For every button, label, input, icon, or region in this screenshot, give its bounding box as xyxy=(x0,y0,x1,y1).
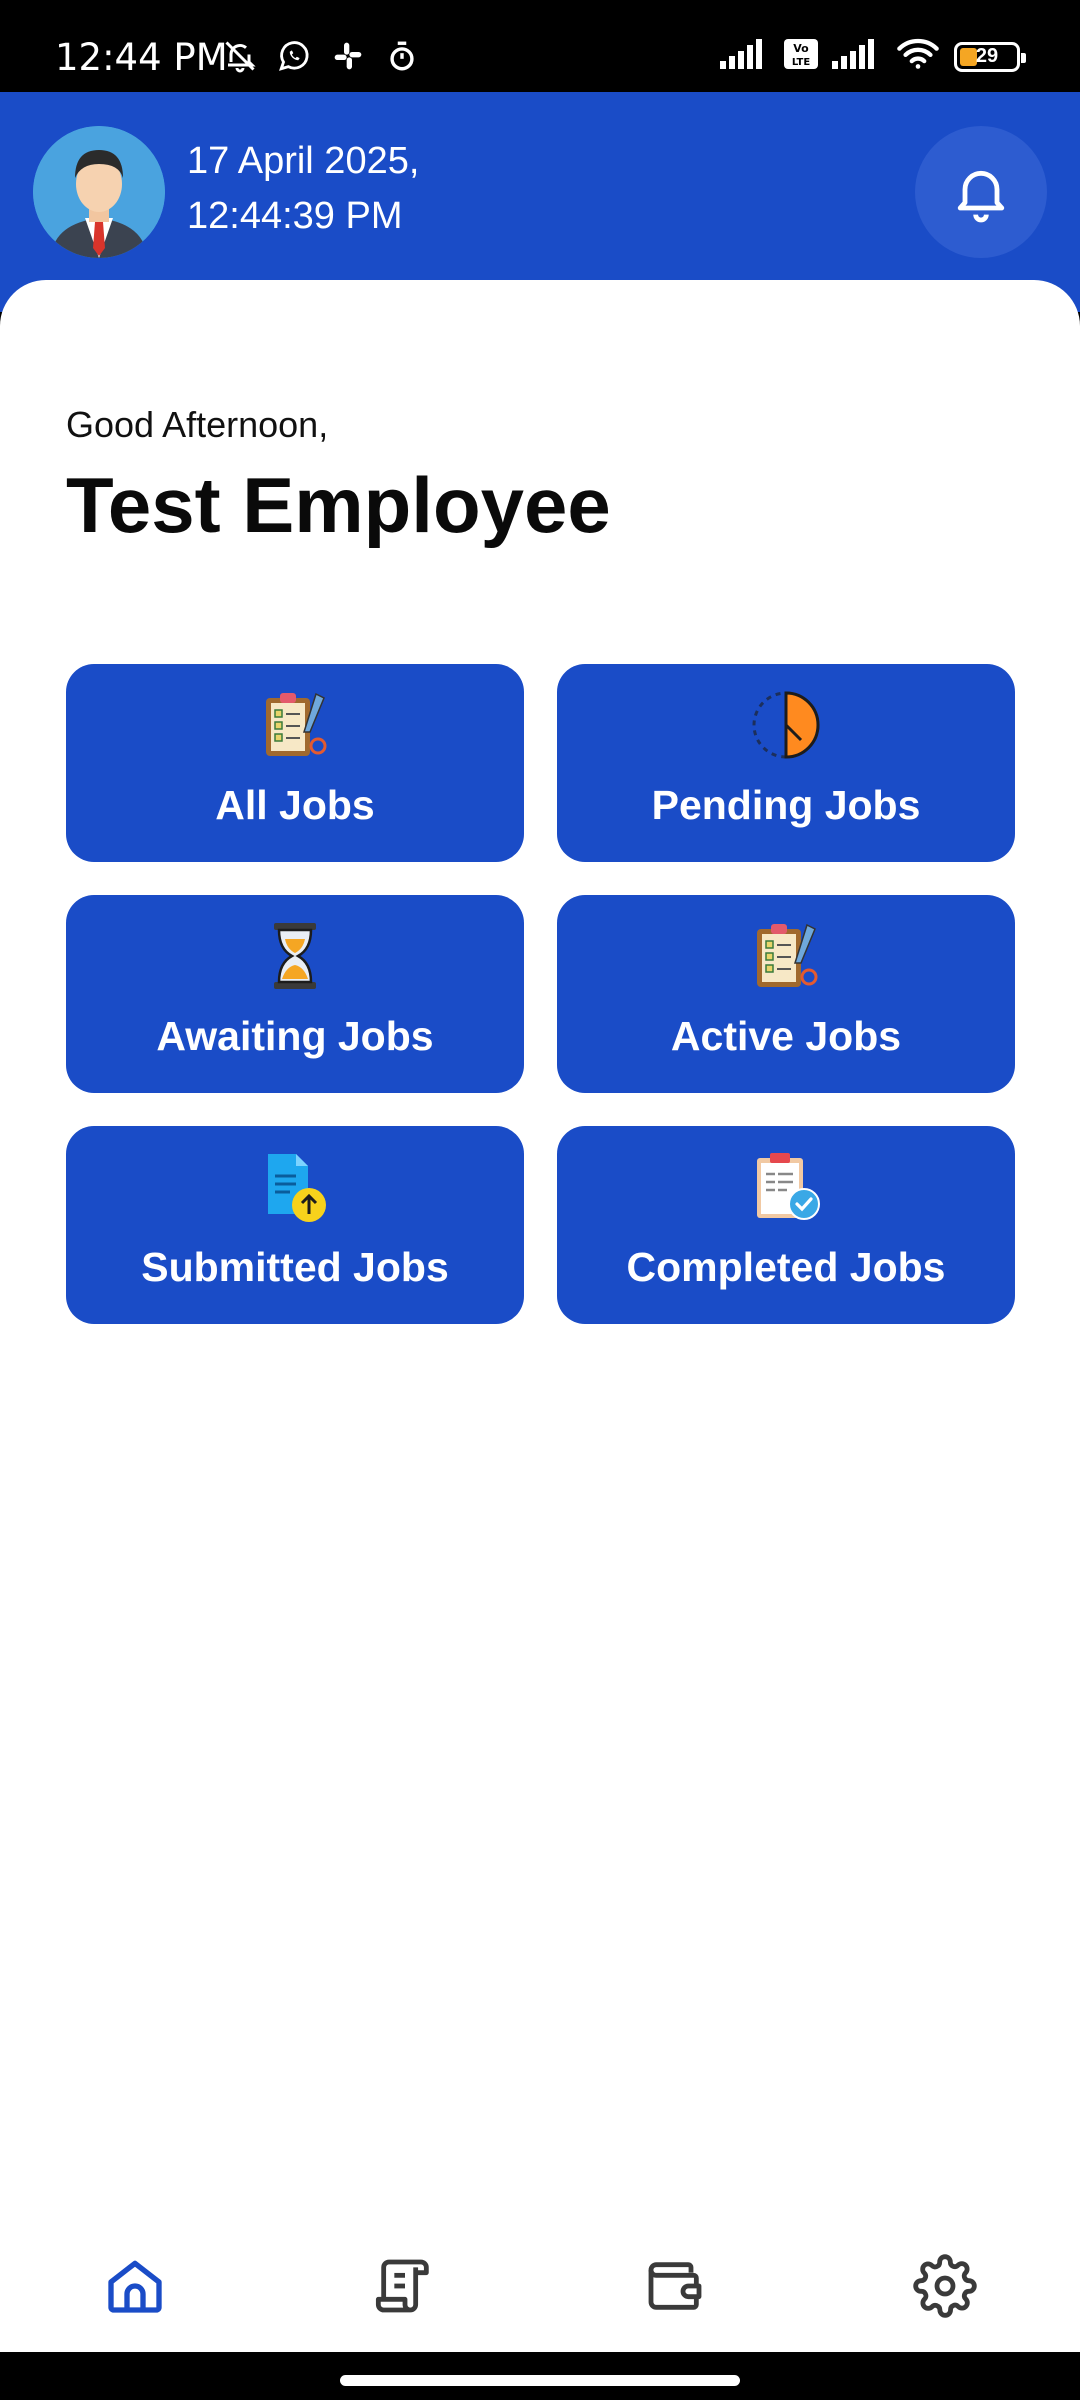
tile-label: All Jobs xyxy=(215,782,375,828)
tile-submitted-jobs[interactable]: Submitted Jobs xyxy=(66,1126,524,1324)
nav-home[interactable] xyxy=(95,2246,175,2326)
employee-avatar-icon xyxy=(33,126,165,258)
scroll-icon xyxy=(375,2259,429,2313)
nav-jobs[interactable] xyxy=(365,2246,445,2326)
mute-bell-icon xyxy=(222,38,258,74)
hourglass-icon xyxy=(274,923,316,989)
document-upload-icon xyxy=(268,1154,326,1222)
tile-awaiting-jobs[interactable]: Awaiting Jobs xyxy=(66,895,524,1093)
employee-name: Test Employee xyxy=(66,461,611,549)
gesture-bar xyxy=(0,2352,1080,2400)
clipboard-checklist-icon xyxy=(757,923,818,987)
nav-settings[interactable] xyxy=(905,2246,985,2326)
tile-label: Pending Jobs xyxy=(651,782,921,828)
wifi-icon xyxy=(896,38,940,75)
date-text: 17 April 2025, xyxy=(187,140,420,182)
svg-text:LTE: LTE xyxy=(792,57,811,68)
status-bar: 12:44 PM Vo LTE 29 xyxy=(0,0,1080,92)
greeting-text: Good Afternoon, xyxy=(66,404,329,445)
main-content: Good Afternoon, Test Employee All Jobs P… xyxy=(0,280,1080,2352)
signal-icon xyxy=(720,39,770,74)
tile-label: Active Jobs xyxy=(670,1013,902,1059)
signal-2-icon xyxy=(832,39,882,74)
status-right-icons: Vo LTE 29 xyxy=(720,38,1026,75)
tile-label: Completed Jobs xyxy=(626,1244,946,1290)
battery-fill xyxy=(960,47,977,66)
whatsapp-icon xyxy=(276,38,312,74)
notification-button[interactable] xyxy=(915,126,1047,258)
status-time: 12:44 PM xyxy=(55,36,228,79)
battery-icon: 29 xyxy=(954,41,1026,72)
half-clock-icon xyxy=(752,691,820,759)
bell-icon xyxy=(957,170,1005,223)
avatar[interactable] xyxy=(33,126,165,258)
timer-icon xyxy=(384,38,420,74)
tile-active-jobs[interactable]: Active Jobs xyxy=(557,895,1015,1093)
slack-icon xyxy=(330,38,366,74)
status-left-icons xyxy=(222,38,420,74)
time-text: 12:44:39 PM xyxy=(187,195,403,237)
gear-icon xyxy=(913,2254,977,2318)
svg-text:Vo: Vo xyxy=(793,42,809,55)
tile-completed-jobs[interactable]: Completed Jobs xyxy=(557,1126,1015,1324)
clipboard-checklist-icon xyxy=(266,692,327,756)
home-gesture-handle[interactable] xyxy=(340,2375,740,2386)
battery-level: 29 xyxy=(975,45,999,67)
app-header: 17 April 2025, 12:44:39 PM xyxy=(0,92,1080,312)
volte-icon: Vo LTE xyxy=(784,39,818,74)
clipboard-check-icon xyxy=(757,1153,820,1220)
tile-all-jobs[interactable]: All Jobs xyxy=(66,664,524,862)
wallet-icon xyxy=(648,2262,702,2310)
tile-pending-jobs[interactable]: Pending Jobs xyxy=(557,664,1015,862)
nav-wallet[interactable] xyxy=(635,2246,715,2326)
datetime: 17 April 2025, 12:44:39 PM xyxy=(187,134,419,244)
bottom-navigation xyxy=(0,2220,1080,2352)
tile-label: Submitted Jobs xyxy=(141,1244,449,1290)
home-icon xyxy=(108,2260,162,2313)
tile-label: Awaiting Jobs xyxy=(156,1013,434,1059)
